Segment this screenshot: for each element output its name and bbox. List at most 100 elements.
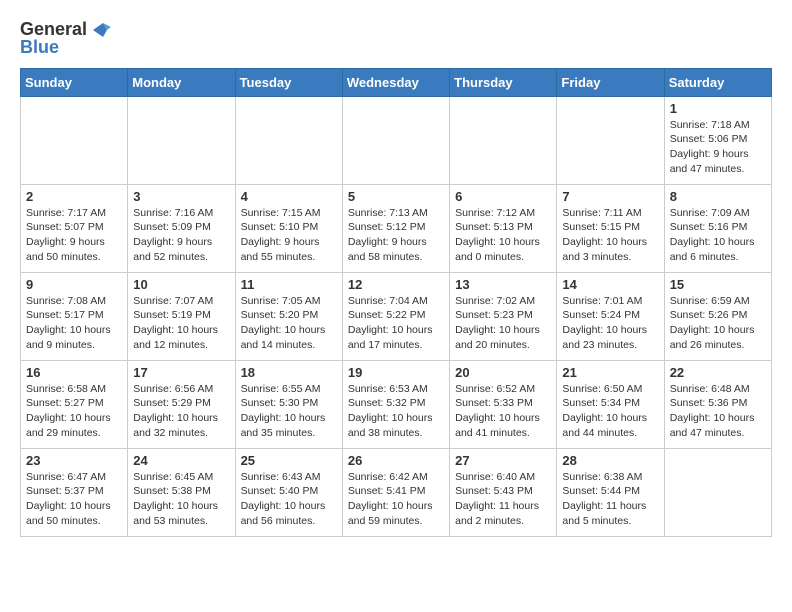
calendar-cell: 17 Sunrise: 6:56 AM Sunset: 5:29 PM Dayli… — [128, 360, 235, 448]
day-number: 1 — [670, 101, 766, 116]
day-info: Sunrise: 6:40 AM Sunset: 5:43 PM Dayligh… — [455, 470, 551, 529]
day-info: Sunrise: 6:43 AM Sunset: 5:40 PM Dayligh… — [241, 470, 337, 529]
calendar-cell: 21Sunrise: 6:50 AM Sunset: 5:34 PM Dayli… — [557, 360, 664, 448]
day-number: 2 — [26, 189, 122, 204]
weekday-header-tuesday: Tuesday — [235, 68, 342, 96]
day-number: 20 — [455, 365, 551, 380]
day-info: Sunrise: 6:53 AM Sunset: 5:32 PM Dayligh… — [348, 382, 444, 441]
day-number: 26 — [348, 453, 444, 468]
calendar-cell: 16 Sunrise: 6:58 AM Sunset: 5:27 PM Dayli… — [21, 360, 128, 448]
calendar-cell — [450, 96, 557, 184]
day-info: Sunrise: 7:15 AM Sunset: 5:10 PM Dayligh… — [241, 206, 337, 265]
calendar-cell: 19 Sunrise: 6:53 AM Sunset: 5:32 PM Dayli… — [342, 360, 449, 448]
calendar-cell: 28 Sunrise: 6:38 AM Sunset: 5:44 PM Dayli… — [557, 448, 664, 536]
day-number: 14 — [562, 277, 658, 292]
day-info: Sunrise: 7:01 AM Sunset: 5:24 PM Dayligh… — [562, 294, 658, 353]
day-info: Sunrise: 6:48 AM Sunset: 5:36 PM Dayligh… — [670, 382, 766, 441]
day-number: 12 — [348, 277, 444, 292]
day-number: 22 — [670, 365, 766, 380]
week-row-5: 23 Sunrise: 6:47 AM Sunset: 5:37 PM Dayli… — [21, 448, 772, 536]
weekday-header-wednesday: Wednesday — [342, 68, 449, 96]
calendar-cell: 9 Sunrise: 7:08 AM Sunset: 5:17 PM Daylig… — [21, 272, 128, 360]
calendar-cell: 13 Sunrise: 7:02 AM Sunset: 5:23 PM Dayli… — [450, 272, 557, 360]
calendar-cell: 11 Sunrise: 7:05 AM Sunset: 5:20 PM Dayli… — [235, 272, 342, 360]
day-number: 17 — [133, 365, 229, 380]
calendar-cell — [664, 448, 771, 536]
weekday-header-thursday: Thursday — [450, 68, 557, 96]
calendar-cell: 10 Sunrise: 7:07 AM Sunset: 5:19 PM Dayli… — [128, 272, 235, 360]
day-number: 6 — [455, 189, 551, 204]
logo: General Blue — [20, 20, 111, 58]
calendar-cell: 5Sunrise: 7:13 AM Sunset: 5:12 PM Daylig… — [342, 184, 449, 272]
day-number: 4 — [241, 189, 337, 204]
calendar-cell: 2 Sunrise: 7:17 AM Sunset: 5:07 PM Daylig… — [21, 184, 128, 272]
calendar-cell: 8 Sunrise: 7:09 AM Sunset: 5:16 PM Daylig… — [664, 184, 771, 272]
weekday-header-friday: Friday — [557, 68, 664, 96]
day-number: 15 — [670, 277, 766, 292]
weekday-header-monday: Monday — [128, 68, 235, 96]
day-number: 28 — [562, 453, 658, 468]
calendar-cell: 3 Sunrise: 7:16 AM Sunset: 5:09 PM Daylig… — [128, 184, 235, 272]
day-info: Sunrise: 7:05 AM Sunset: 5:20 PM Dayligh… — [241, 294, 337, 353]
day-info: Sunrise: 7:12 AM Sunset: 5:13 PM Dayligh… — [455, 206, 551, 265]
calendar-cell: 1 Sunrise: 7:18 AM Sunset: 5:06 PM Daylig… — [664, 96, 771, 184]
day-number: 18 — [241, 365, 337, 380]
week-row-3: 9 Sunrise: 7:08 AM Sunset: 5:17 PM Daylig… — [21, 272, 772, 360]
day-info: Sunrise: 7:13 AM Sunset: 5:12 PM Dayligh… — [348, 206, 444, 265]
calendar-cell: 27 Sunrise: 6:40 AM Sunset: 5:43 PM Dayli… — [450, 448, 557, 536]
weekday-header-saturday: Saturday — [664, 68, 771, 96]
day-number: 8 — [670, 189, 766, 204]
day-info: Sunrise: 7:09 AM Sunset: 5:16 PM Dayligh… — [670, 206, 766, 265]
day-info: Sunrise: 6:38 AM Sunset: 5:44 PM Dayligh… — [562, 470, 658, 529]
calendar-cell: 14 Sunrise: 7:01 AM Sunset: 5:24 PM Dayli… — [557, 272, 664, 360]
calendar-cell: 24Sunrise: 6:45 AM Sunset: 5:38 PM Dayli… — [128, 448, 235, 536]
day-info: Sunrise: 7:08 AM Sunset: 5:17 PM Dayligh… — [26, 294, 122, 353]
day-info: Sunrise: 6:52 AM Sunset: 5:33 PM Dayligh… — [455, 382, 551, 441]
day-number: 13 — [455, 277, 551, 292]
day-info: Sunrise: 7:17 AM Sunset: 5:07 PM Dayligh… — [26, 206, 122, 265]
calendar-cell: 23 Sunrise: 6:47 AM Sunset: 5:37 PM Dayli… — [21, 448, 128, 536]
logo-blue-text: Blue — [20, 38, 59, 58]
day-number: 25 — [241, 453, 337, 468]
day-info: Sunrise: 6:47 AM Sunset: 5:37 PM Dayligh… — [26, 470, 122, 529]
page-header: General Blue — [20, 20, 772, 58]
week-row-2: 2 Sunrise: 7:17 AM Sunset: 5:07 PM Daylig… — [21, 184, 772, 272]
day-number: 7 — [562, 189, 658, 204]
day-info: Sunrise: 6:42 AM Sunset: 5:41 PM Dayligh… — [348, 470, 444, 529]
calendar-cell: 26 Sunrise: 6:42 AM Sunset: 5:41 PM Dayli… — [342, 448, 449, 536]
day-number: 27 — [455, 453, 551, 468]
day-info: Sunrise: 7:16 AM Sunset: 5:09 PM Dayligh… — [133, 206, 229, 265]
calendar-cell: 20 Sunrise: 6:52 AM Sunset: 5:33 PM Dayli… — [450, 360, 557, 448]
day-number: 10 — [133, 277, 229, 292]
day-info: Sunrise: 6:59 AM Sunset: 5:26 PM Dayligh… — [670, 294, 766, 353]
day-info: Sunrise: 7:04 AM Sunset: 5:22 PM Dayligh… — [348, 294, 444, 353]
calendar-cell: 6 Sunrise: 7:12 AM Sunset: 5:13 PM Daylig… — [450, 184, 557, 272]
calendar-cell: 22 Sunrise: 6:48 AM Sunset: 5:36 PM Dayli… — [664, 360, 771, 448]
calendar-cell: 25 Sunrise: 6:43 AM Sunset: 5:40 PM Dayli… — [235, 448, 342, 536]
day-info: Sunrise: 6:56 AM Sunset: 5:29 PM Dayligh… — [133, 382, 229, 441]
calendar-cell — [128, 96, 235, 184]
calendar-cell: 12 Sunrise: 7:04 AM Sunset: 5:22 PM Dayli… — [342, 272, 449, 360]
calendar-cell: 18 Sunrise: 6:55 AM Sunset: 5:30 PM Dayli… — [235, 360, 342, 448]
day-number: 3 — [133, 189, 229, 204]
calendar-cell: 4 Sunrise: 7:15 AM Sunset: 5:10 PM Daylig… — [235, 184, 342, 272]
day-number: 11 — [241, 277, 337, 292]
calendar-cell — [21, 96, 128, 184]
day-number: 16 — [26, 365, 122, 380]
day-number: 19 — [348, 365, 444, 380]
day-info: Sunrise: 7:07 AM Sunset: 5:19 PM Dayligh… — [133, 294, 229, 353]
day-info: Sunrise: 7:18 AM Sunset: 5:06 PM Dayligh… — [670, 118, 766, 177]
calendar-cell — [557, 96, 664, 184]
week-row-4: 16 Sunrise: 6:58 AM Sunset: 5:27 PM Dayli… — [21, 360, 772, 448]
week-row-1: 1 Sunrise: 7:18 AM Sunset: 5:06 PM Daylig… — [21, 96, 772, 184]
day-info: Sunrise: 6:55 AM Sunset: 5:30 PM Dayligh… — [241, 382, 337, 441]
day-info: Sunrise: 6:58 AM Sunset: 5:27 PM Dayligh… — [26, 382, 122, 441]
day-info: Sunrise: 7:02 AM Sunset: 5:23 PM Dayligh… — [455, 294, 551, 353]
weekday-header-sunday: Sunday — [21, 68, 128, 96]
day-number: 9 — [26, 277, 122, 292]
day-info: Sunrise: 6:50 AM Sunset: 5:34 PM Dayligh… — [562, 382, 658, 441]
calendar-cell: 7 Sunrise: 7:11 AM Sunset: 5:15 PM Daylig… — [557, 184, 664, 272]
day-number: 23 — [26, 453, 122, 468]
day-info: Sunrise: 7:11 AM Sunset: 5:15 PM Dayligh… — [562, 206, 658, 265]
calendar-cell — [342, 96, 449, 184]
